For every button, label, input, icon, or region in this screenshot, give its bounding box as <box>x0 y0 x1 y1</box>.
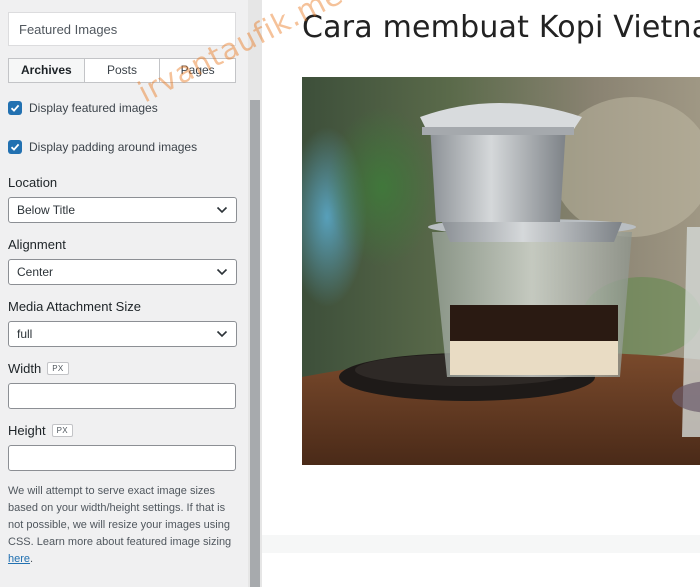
width-input[interactable] <box>8 383 236 409</box>
panel-scrollbar[interactable] <box>248 0 262 587</box>
checkmark-icon <box>10 143 20 151</box>
tab-bar: Archives Posts Pages <box>8 58 236 83</box>
checkbox-display-featured[interactable] <box>8 101 22 115</box>
width-label-row: Width PX <box>8 361 69 376</box>
help-body: We will attempt to serve exact image siz… <box>8 485 232 548</box>
location-value: Below Title <box>17 203 76 217</box>
vietnamese-coffee-photo <box>302 77 700 465</box>
display-padding-option[interactable]: Display padding around images <box>8 140 197 154</box>
height-input[interactable] <box>8 445 236 471</box>
scrollbar-thumb[interactable] <box>250 100 260 587</box>
site-preview: Cara membuat Kopi Vietnam <box>262 0 700 587</box>
checkmark-icon <box>10 104 20 112</box>
alignment-value: Center <box>17 265 54 279</box>
help-end: . <box>30 553 34 565</box>
location-label: Location <box>8 175 58 190</box>
tab-archives[interactable]: Archives <box>9 59 84 82</box>
chevron-down-icon <box>216 206 228 214</box>
height-label-row: Height PX <box>8 423 73 438</box>
width-unit-badge: PX <box>47 362 69 375</box>
chevron-down-icon <box>216 268 228 276</box>
display-featured-label: Display featured images <box>29 101 158 115</box>
media-size-value: full <box>17 327 33 341</box>
tab-posts[interactable]: Posts <box>83 59 160 82</box>
height-label: Height <box>8 423 46 438</box>
alignment-label: Alignment <box>8 237 66 252</box>
alignment-select[interactable]: Center <box>8 259 237 285</box>
featured-image <box>302 77 700 465</box>
section-title: Featured Images <box>8 12 236 46</box>
help-text: We will attempt to serve exact image siz… <box>8 483 240 568</box>
help-link[interactable]: here <box>8 553 30 565</box>
media-size-select[interactable]: full <box>8 321 237 347</box>
post-title[interactable]: Cara membuat Kopi Vietnam <box>302 10 700 45</box>
height-unit-badge: PX <box>51 424 73 437</box>
checkbox-display-padding[interactable] <box>8 140 22 154</box>
content-divider <box>262 535 700 553</box>
tab-pages[interactable]: Pages <box>159 59 235 82</box>
media-size-label: Media Attachment Size <box>8 299 141 314</box>
width-label: Width <box>8 361 42 376</box>
display-padding-label: Display padding around images <box>29 140 198 154</box>
display-featured-images-option[interactable]: Display featured images <box>8 101 158 115</box>
chevron-down-icon <box>216 330 228 338</box>
location-select[interactable]: Below Title <box>8 197 237 223</box>
customizer-panel: Featured Images Archives Posts Pages Dis… <box>0 0 248 587</box>
